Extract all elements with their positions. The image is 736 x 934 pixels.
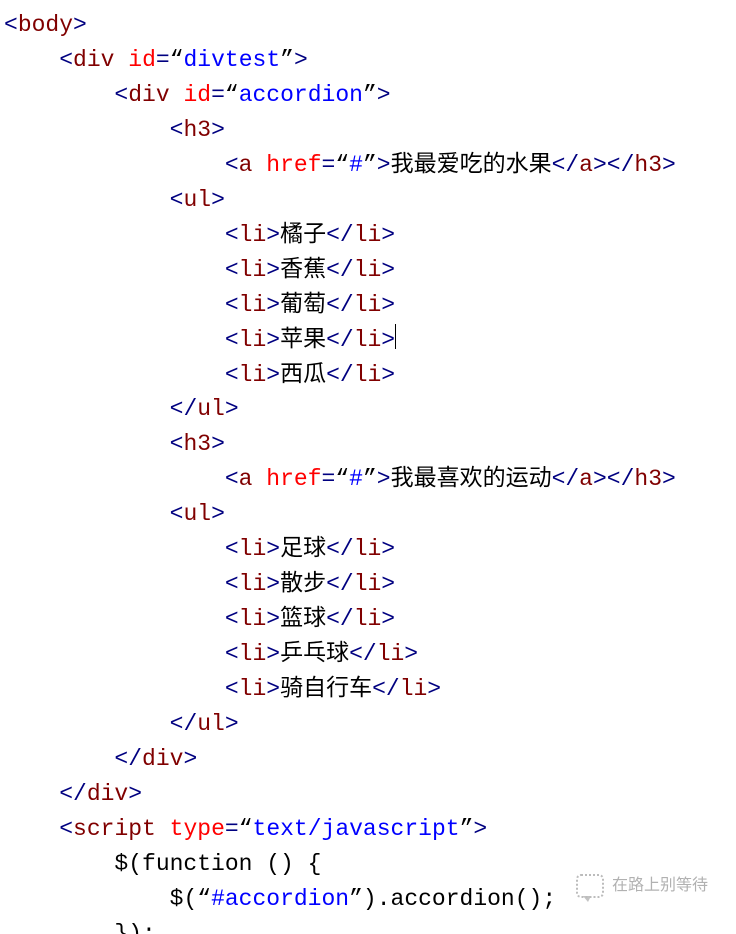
list-item: 苹果 [280, 327, 326, 353]
tag-div-open: div [73, 47, 114, 73]
text-cursor [395, 324, 396, 349]
list-item: 乒乓球 [280, 641, 349, 667]
section1-title: 我最爱吃的水果 [391, 152, 552, 178]
list-item: 香蕉 [280, 257, 326, 283]
list-item: 西瓜 [280, 362, 326, 388]
list-item: 篮球 [280, 606, 326, 632]
tag-body-open: body [18, 12, 73, 38]
attr-id: id [128, 47, 156, 73]
js-line: }); [114, 921, 155, 934]
attr-type: type [170, 816, 225, 842]
attr-val-scripttype: text/javascript [253, 816, 460, 842]
list-item: 葡萄 [280, 292, 326, 318]
js-selector: #accordion [211, 886, 349, 912]
section2-title: 我最喜欢的运动 [391, 466, 552, 492]
attr-href: href [266, 152, 321, 178]
tag-ul-open: ul [183, 187, 211, 213]
tag-h3-open: h3 [183, 117, 211, 143]
code-block: <body> <div id=“divtest”> <div id=“accor… [0, 0, 736, 934]
tag-a-open: a [239, 152, 253, 178]
list-item: 足球 [280, 536, 326, 562]
attr-val-divtest: divtest [184, 47, 281, 73]
attr-val-accordion: accordion [239, 82, 363, 108]
js-line: $( [170, 886, 198, 912]
list-item: 骑自行车 [280, 676, 372, 702]
tag-script-open: script [73, 816, 156, 842]
js-line: $(function () { [114, 851, 321, 877]
list-item: 橘子 [280, 222, 326, 248]
list-item: 散步 [280, 571, 326, 597]
